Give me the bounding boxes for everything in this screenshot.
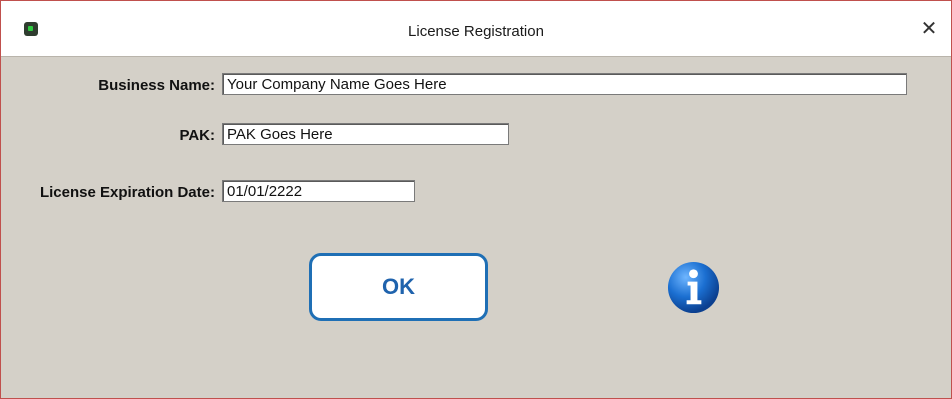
title-bar: License Registration ✕ bbox=[1, 1, 951, 57]
business-name-field[interactable] bbox=[222, 73, 907, 95]
pak-label: PAK: bbox=[179, 127, 215, 144]
close-icon[interactable]: ✕ bbox=[917, 17, 941, 41]
info-icon[interactable] bbox=[666, 260, 721, 315]
expiration-date-field[interactable] bbox=[222, 180, 415, 202]
ok-button[interactable]: OK bbox=[309, 253, 488, 321]
license-registration-window: License Registration ✕ Business Name: PA… bbox=[0, 0, 952, 399]
window-title: License Registration bbox=[408, 23, 544, 40]
business-name-label: Business Name: bbox=[98, 77, 215, 94]
pak-field[interactable] bbox=[222, 123, 509, 145]
expiration-date-label: License Expiration Date: bbox=[39, 184, 215, 201]
